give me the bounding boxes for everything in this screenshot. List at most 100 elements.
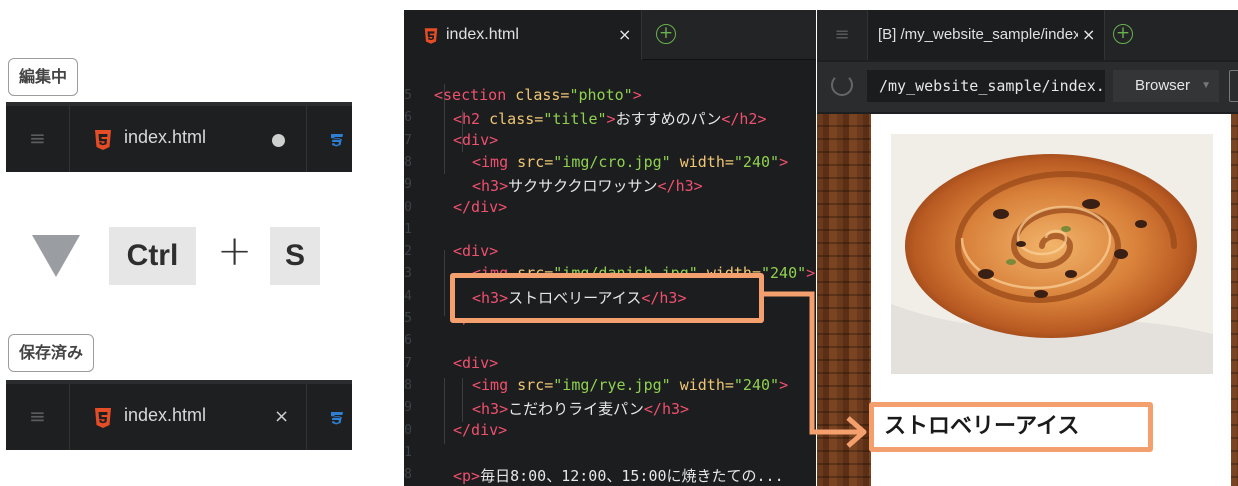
code-token: width= [679, 152, 734, 171]
code-token: <img [472, 152, 518, 171]
line-number: 3 [404, 266, 412, 282]
line-number: 8 [404, 154, 412, 170]
code-token: "img/rye.jpg" [553, 375, 671, 394]
code-line: <div> [453, 242, 498, 260]
url-field[interactable]: /my_website_sample/index.html [867, 70, 1105, 102]
code-line: <img src="img/cro.jpg" width="240"> [472, 153, 788, 171]
code-token: <p> [453, 467, 481, 486]
preview-heading: ストロベリーアイス [869, 402, 1153, 452]
html5-icon [95, 130, 111, 150]
line-number: 7 [404, 132, 412, 148]
line-number: 9 [404, 400, 412, 416]
code-line: <p>毎日8:00、12:00、15:00に焼きたての... [453, 465, 784, 486]
reload-icon[interactable] [831, 74, 853, 96]
divider [306, 384, 307, 450]
line-number: 7 [404, 355, 412, 371]
code-token: <div> [453, 130, 499, 149]
code-line: <img src="img/rye.jpg" width="240"> [472, 376, 788, 394]
window-icon[interactable] [1229, 70, 1238, 102]
editor-tab-filename: index.html [446, 26, 519, 43]
code-token: ストロベリーアイス [508, 288, 642, 307]
line-number: 1 [404, 221, 412, 237]
arrow-down-icon [32, 235, 80, 277]
live-preview-pane: ≡ [B] /my_website_sample/index.html × + … [817, 10, 1238, 486]
line-number: 5 [404, 88, 412, 103]
line-number: 4 [404, 288, 412, 304]
code-line: </div> [453, 421, 507, 439]
html5-icon [95, 408, 111, 428]
saved-label: 保存済み [8, 334, 95, 372]
unsaved-dot-icon[interactable] [272, 134, 285, 147]
code-line: </div> [453, 198, 507, 216]
code-token: "title" [543, 110, 607, 129]
code-token: src= [517, 152, 554, 171]
code-token: おすすめのパン [615, 110, 722, 129]
danish-pastry-image [891, 134, 1213, 374]
divider [306, 106, 307, 172]
code-token: こだわりライ麦パン [508, 400, 644, 419]
code-token: <h3> [472, 288, 509, 307]
line-number: 6 [404, 110, 412, 126]
code-token: "img/cro.jpg" [553, 152, 671, 171]
browser-mode-label: Browser [1135, 77, 1191, 94]
code-token: </h3> [641, 288, 687, 307]
code-token: class= [515, 86, 570, 104]
add-tab-icon[interactable]: + [1113, 24, 1133, 44]
close-tab-icon[interactable]: × [274, 406, 289, 427]
css3-icon[interactable] [328, 408, 346, 428]
code-token: > [806, 264, 816, 283]
tab-filename[interactable]: index.html [124, 127, 206, 148]
chevron-down-icon: ▼ [1201, 80, 1211, 91]
close-tab-icon[interactable]: × [618, 25, 631, 44]
preview-tab-title: [B] /my_website_sample/index.html [878, 26, 1078, 43]
menu-icon[interactable]: ≡ [6, 106, 70, 172]
code-line: <h2 class="title">おすすめのパン</h2> [453, 108, 766, 129]
line-number: 2 [404, 244, 412, 260]
code-token: > [779, 152, 789, 171]
code-token: > [606, 110, 616, 129]
code-line: <section class="photo"> [434, 86, 642, 104]
html5-icon [424, 28, 438, 44]
code-token: <div> [453, 242, 499, 261]
code-token: "photo" [569, 86, 633, 104]
line-number: 9 [404, 177, 412, 193]
add-tab-icon[interactable]: + [656, 24, 676, 44]
line-number: 6 [404, 333, 412, 349]
code-token: <div> [453, 353, 499, 372]
menu-icon[interactable]: ≡ [817, 10, 867, 60]
code-token: </h2> [721, 110, 767, 129]
editor-tab[interactable]: index.html × [404, 10, 642, 60]
code-line: <h3>サクサククロワッサン</h3> [472, 175, 703, 196]
code-line: <h3>こだわりライ麦パン</h3> [472, 398, 689, 419]
code-editor: index.html × + 5 <section class="photo"> 6… [404, 10, 816, 486]
code-token: > [632, 86, 642, 104]
code-line: <div> [453, 131, 498, 149]
code-line: <div> [453, 354, 498, 372]
tab-bar-saved: ≡ index.html × [6, 380, 352, 450]
menu-icon[interactable]: ≡ [6, 384, 70, 450]
highlighted-code-line: <h3>ストロベリーアイス</h3> [472, 287, 686, 308]
browser-mode-select[interactable]: Browser ▼ [1113, 70, 1219, 102]
code-token: <h3> [472, 400, 509, 419]
preview-tab[interactable]: [B] /my_website_sample/index.html × [867, 10, 1105, 60]
code-token: </h3> [643, 400, 690, 419]
s-key: S [270, 227, 320, 285]
code-token: > [779, 375, 789, 394]
plus-sign: + [217, 226, 253, 275]
preview-toolbar: /my_website_sample/index.html Browser ▼ [817, 62, 1238, 112]
editing-label: 編集中 [8, 58, 79, 96]
preview-tab-bar: ≡ [B] /my_website_sample/index.html × + [817, 10, 1238, 60]
close-tab-icon[interactable]: × [1082, 25, 1095, 44]
tab-filename[interactable]: index.html [124, 405, 206, 426]
code-token: <h3> [472, 177, 509, 196]
line-number: 1 [404, 444, 412, 460]
code-token: class= [489, 110, 544, 129]
code-token: "240" [761, 264, 807, 283]
indent-guide [462, 378, 463, 422]
line-number: 0 [404, 422, 412, 438]
line-number: 8 [404, 467, 412, 483]
css3-icon[interactable] [328, 130, 346, 150]
code-token: src= [517, 375, 554, 394]
